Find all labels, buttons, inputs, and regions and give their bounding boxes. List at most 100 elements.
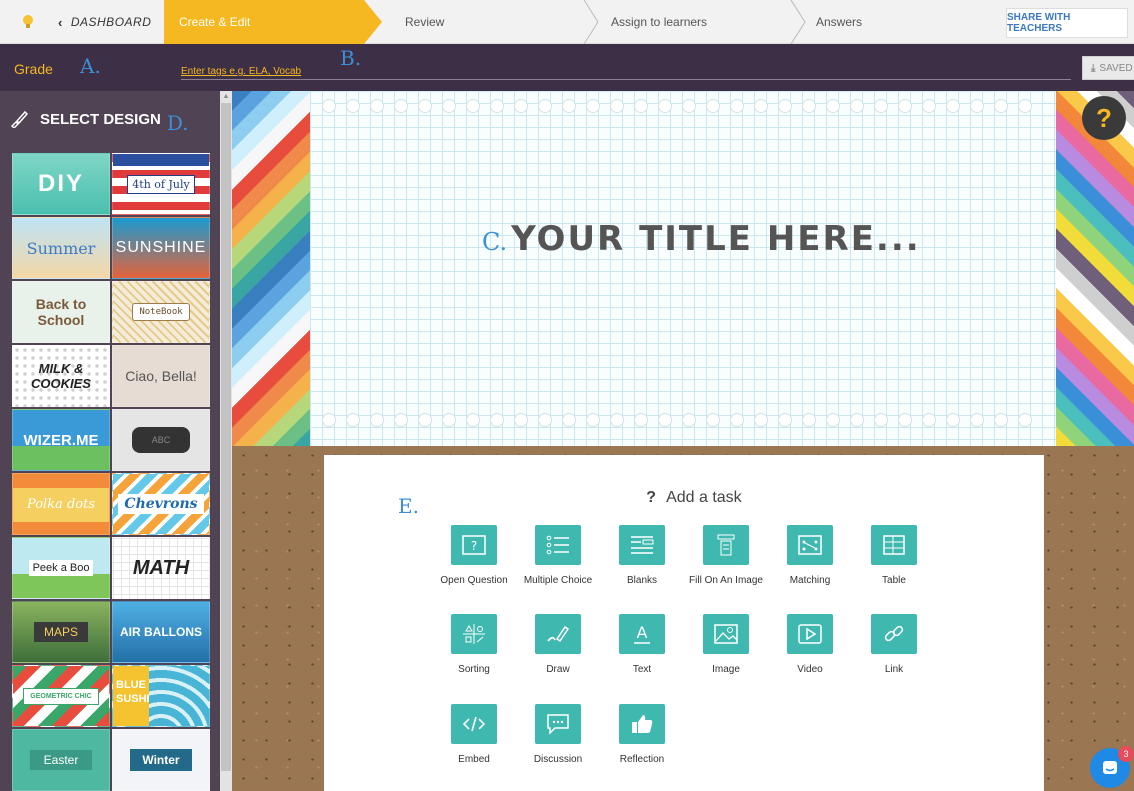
design-tile-wizer-me[interactable]: WIZER.ME [12,409,110,471]
lightbulb-icon[interactable] [18,12,38,32]
task-embed[interactable]: Embed [432,704,516,765]
design-label: DIY [37,170,84,197]
task-label: Fill On An Image [689,575,763,586]
task-open-question[interactable]: ? Open Question [432,525,516,586]
design-tile-notebook[interactable]: NoteBook [112,281,210,343]
graph-paper-background [310,91,1056,446]
annotation-c: C. [482,228,508,256]
matching-icon [787,525,833,565]
annotation-e: E. [398,494,419,518]
design-tile-air-ballons[interactable]: AIR BALLONS [112,601,210,663]
task-label: Sorting [458,664,490,675]
task-reflection[interactable]: Reflection [600,704,684,765]
task-text[interactable]: A Text [600,614,684,675]
table-icon [871,525,917,565]
design-tile-sunshine[interactable]: SUNSHINE [112,217,210,279]
design-label: MATH [132,556,190,579]
design-tile-4th-of-july[interactable]: 4th of July [112,153,210,215]
chevron-left-icon: ‹ [58,14,63,30]
design-tile-peek-a-boo[interactable]: Peek a Boo [12,537,110,599]
thumbs-up-icon [619,704,665,744]
step-divider-icon [790,0,806,44]
tags-input[interactable] [181,64,1071,80]
saved-label: SAVED [1099,62,1133,74]
discussion-icon [535,704,581,744]
task-label: Draw [546,664,570,675]
design-tile-back-to-school[interactable]: Back to School [12,281,110,343]
step-label: Create & Edit [179,15,251,29]
design-tile-easter[interactable]: Easter [12,729,110,791]
annotation-a: A. [80,54,101,78]
link-icon [871,614,917,654]
add-task-title: Add a task [666,489,742,506]
design-tile-milk-cookies[interactable]: MILK & COOKIES [12,345,110,407]
grade-selector[interactable]: Grade [14,61,53,77]
design-tile-chalkboard[interactable]: ABC [112,409,210,471]
task-label: Blanks [626,575,657,586]
step-assign[interactable]: Assign to learners [611,0,707,44]
design-tile-ciao-bella[interactable]: Ciao, Bella! [112,345,210,407]
design-tile-diy[interactable]: DIY [12,153,110,215]
design-tile-geometric-chic[interactable]: GEOMETRIC CHIC [12,665,110,727]
design-tile-maps[interactable]: MAPS [12,601,110,663]
dashboard-link[interactable]: ‹ DASHBOARD [58,0,164,44]
task-label: Table [882,575,906,586]
task-label: Multiple Choice [523,575,593,586]
worksheet-title[interactable]: YOUR TITLE HERE... [511,219,921,259]
design-label: Polka dots [26,496,95,512]
task-table[interactable]: Table [852,525,936,586]
draw-icon [535,614,581,654]
design-tile-math[interactable]: MATH [112,537,210,599]
design-label: Ciao, Bella! [125,368,197,384]
task-link[interactable]: Link [852,614,936,675]
share-with-teachers-button[interactable]: SHARE WITH TEACHERS [1006,8,1128,38]
design-label: Winter [130,749,192,771]
image-icon [703,614,749,654]
task-draw[interactable]: Draw [516,614,600,675]
scrollbar-thumb[interactable] [221,103,231,771]
design-tile-summer[interactable]: Summer [12,217,110,279]
design-label: WIZER.ME [23,431,99,449]
design-label: Easter [29,750,93,770]
open-question-icon: ? [451,525,497,565]
title-wrapper: C. YOUR TITLE HERE... [482,219,921,259]
task-label: Matching [789,575,831,586]
task-fill-on-image[interactable]: Fill On An Image [684,525,768,586]
flag-band [113,154,209,166]
fill-on-image-icon [703,525,749,565]
scroll-up-icon[interactable]: ▲ [222,93,230,101]
tag-bar: Grade A. B. [0,44,1134,91]
task-sorting[interactable]: Sorting [432,614,516,675]
saved-button[interactable]: ⤓ SAVED [1082,56,1134,80]
step-review[interactable]: Review [405,0,444,44]
task-image[interactable]: Image [684,614,768,675]
step-answers[interactable]: Answers [816,0,862,44]
sidebar-scrollbar[interactable]: ▲ [220,91,232,791]
design-label: ABC [131,427,191,453]
annotation-d: D. [166,111,189,135]
step-create-edit[interactable]: Create & Edit [164,0,382,44]
task-discussion[interactable]: Discussion [516,704,600,765]
help-button[interactable]: ? [1082,96,1126,140]
multiple-choice-icon [535,525,581,565]
task-blanks[interactable]: Blanks [600,525,684,586]
select-design-title: SELECT DESIGN [40,110,161,128]
embed-icon [451,704,497,744]
design-tile-chevrons[interactable]: Chevrons [112,473,210,535]
step-label: Answers [816,15,863,29]
design-tile-blue-sushi[interactable]: BLUE SUSHI [112,665,210,727]
top-binder-holes [322,99,1042,119]
chat-launcher-button[interactable]: 3 [1090,746,1134,788]
task-multiple-choice[interactable]: Multiple Choice [516,525,600,586]
task-video[interactable]: Video [768,614,852,675]
svg-text:A: A [637,623,648,642]
task-matching[interactable]: Matching [768,525,852,586]
design-label: MAPS [33,622,88,642]
step-label: Review [405,15,445,29]
top-nav-bar: ‹ DASHBOARD Create & Edit Review Assign … [0,0,1134,44]
design-tile-winter[interactable]: Winter [112,729,210,791]
design-label: AIR BALLONS [120,625,202,639]
step-label: Assign to learners [611,15,708,29]
task-label: Link [884,664,904,675]
design-tile-polka-dots[interactable]: Polka dots [12,473,110,535]
